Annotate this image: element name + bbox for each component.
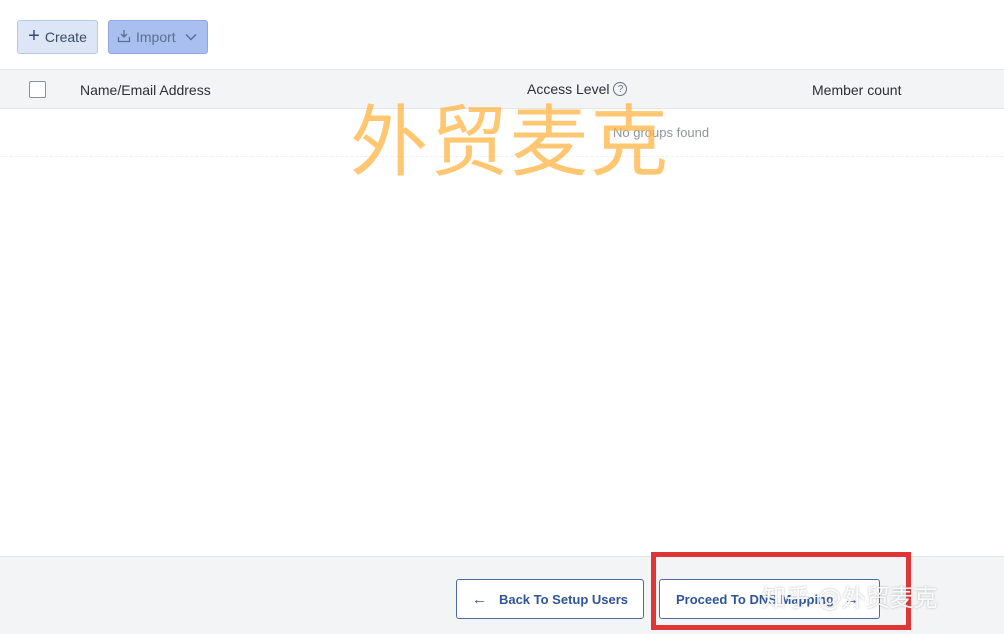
- create-button[interactable]: + Create: [17, 20, 98, 54]
- create-button-label: Create: [44, 29, 87, 45]
- import-button-label: Import: [136, 29, 176, 45]
- table-header: Name/Email Address Access Level ? Member…: [0, 69, 1004, 109]
- chevron-down-icon: [184, 30, 198, 47]
- proceed-button-label: Proceed To DNS Mapping: [676, 591, 834, 607]
- help-icon[interactable]: ?: [613, 82, 628, 96]
- import-icon: [117, 29, 131, 46]
- arrow-right-icon: →: [843, 590, 859, 608]
- import-button[interactable]: Import: [108, 20, 208, 54]
- proceed-to-dns-mapping-button[interactable]: Proceed To DNS Mapping →: [659, 579, 880, 619]
- empty-state-row: No groups found: [0, 109, 1004, 157]
- plus-icon: +: [28, 25, 40, 47]
- column-access-level-label: Access Level: [527, 81, 610, 97]
- column-name-email[interactable]: Name/Email Address: [80, 82, 211, 98]
- select-all-checkbox[interactable]: [29, 81, 46, 98]
- back-button-label: Back To Setup Users: [498, 591, 629, 607]
- footer-bar: ← Back To Setup Users Proceed To DNS Map…: [0, 556, 1004, 634]
- back-to-setup-users-button[interactable]: ← Back To Setup Users: [456, 579, 644, 619]
- column-member-count[interactable]: Member count: [812, 82, 901, 98]
- toolbar: + Create Import: [0, 0, 1004, 69]
- arrow-left-icon: ←: [471, 590, 487, 608]
- empty-state-text: No groups found: [613, 125, 710, 140]
- column-access-level[interactable]: Access Level ?: [527, 81, 628, 97]
